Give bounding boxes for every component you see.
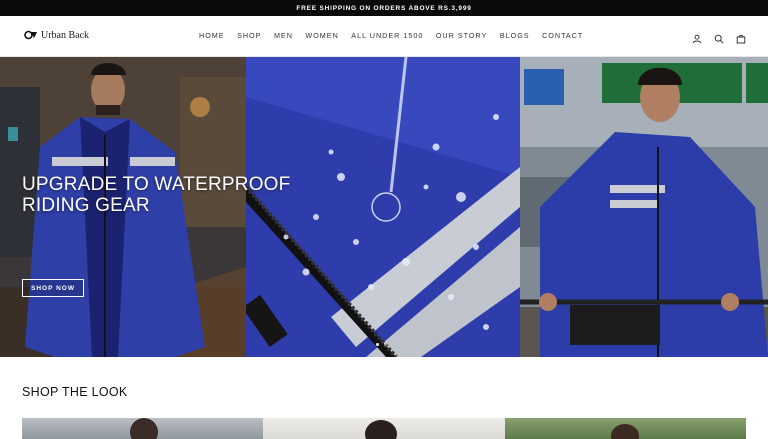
slide-dot-2[interactable] — [384, 343, 387, 346]
nav-men[interactable]: MEN — [274, 31, 293, 40]
search-icon[interactable] — [714, 31, 724, 44]
brand-name: Urban Back — [41, 29, 90, 41]
cart-icon[interactable] — [736, 31, 746, 44]
nav-shop[interactable]: SHOP — [237, 31, 261, 40]
hero-title: UPGRADE TO WATERPROOF RIDING GEAR — [22, 174, 290, 216]
announcement-bar: FREE SHIPPING ON ORDERS ABOVE RS.3,999 — [0, 0, 768, 16]
site-header: Urban Back HOME SHOP MEN WOMEN ALL UNDER… — [0, 16, 768, 57]
nav-contact[interactable]: CONTACT — [542, 31, 583, 40]
hero-title-line-1: UPGRADE TO WATERPROOF — [22, 174, 291, 195]
nav-all-under-1500[interactable]: ALL UNDER 1500 — [351, 31, 423, 40]
brand-logo-icon — [24, 30, 37, 40]
nav-women[interactable]: WOMEN — [305, 31, 338, 40]
look-card[interactable] — [263, 418, 505, 439]
hero-image-rider-motorbike — [520, 57, 768, 357]
brand-logo[interactable]: Urban Back — [24, 29, 89, 41]
nav-our-story[interactable]: OUR STORY — [436, 31, 487, 40]
hero-title-line-2: RIDING GEAR — [22, 195, 150, 216]
nav-blogs[interactable]: BLOGS — [500, 31, 530, 40]
nav-home[interactable]: HOME — [199, 31, 225, 40]
look-card[interactable] — [22, 418, 264, 439]
look-card[interactable] — [504, 418, 746, 439]
shop-now-button[interactable]: SHOP NOW — [22, 279, 84, 297]
announcement-text: FREE SHIPPING ON ORDERS ABOVE RS.3,999 — [296, 4, 472, 12]
shop-the-look-grid — [22, 418, 746, 439]
slideshow-dots — [376, 343, 387, 346]
section-title-shop-the-look: SHOP THE LOOK — [22, 385, 128, 399]
slide-dot-1[interactable] — [376, 343, 379, 346]
account-icon[interactable] — [692, 31, 702, 44]
main-nav: HOME SHOP MEN WOMEN ALL UNDER 1500 OUR S… — [199, 31, 596, 40]
header-icons — [692, 31, 746, 44]
hero-slideshow[interactable]: UPGRADE TO WATERPROOF RIDING GEAR SHOP N… — [0, 57, 768, 357]
